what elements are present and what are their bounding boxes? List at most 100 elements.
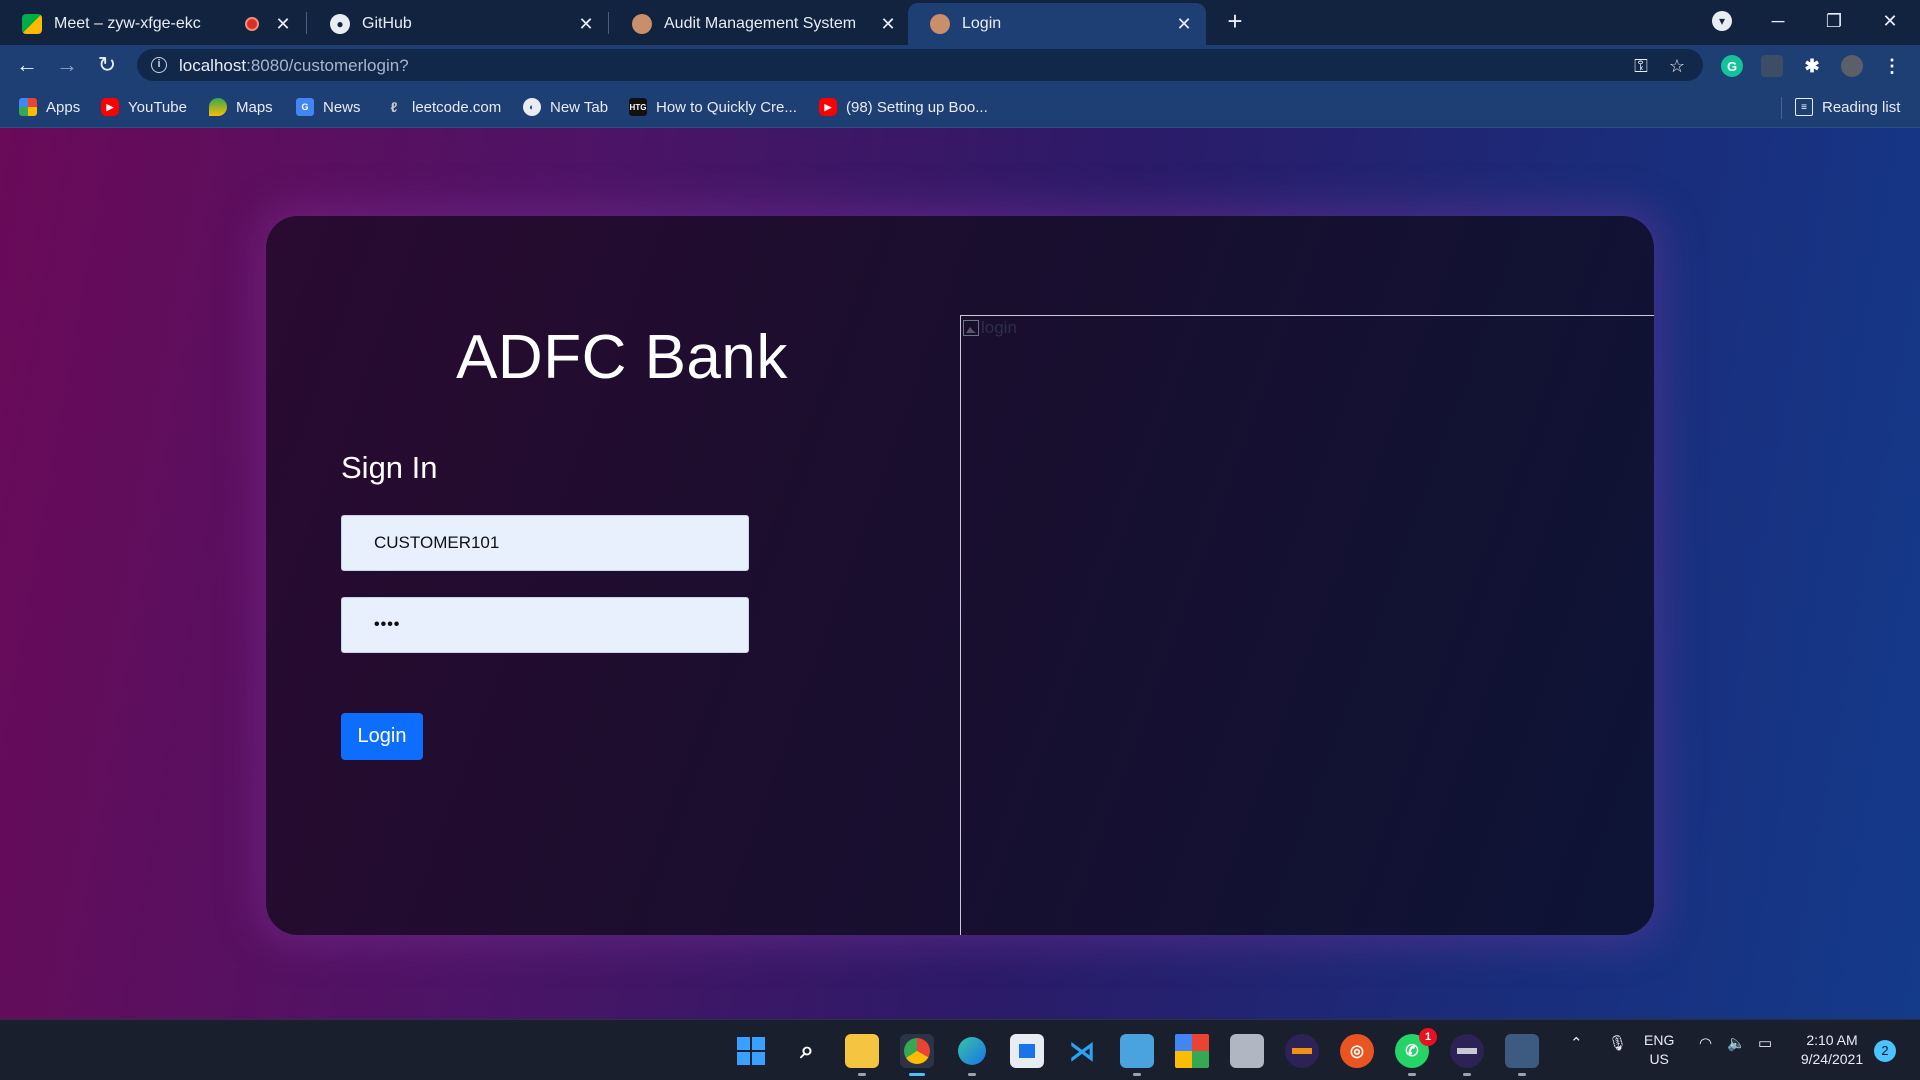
key-icon[interactable]: ⚿: [1631, 56, 1651, 76]
reading-list-button[interactable]: ≡ Reading list: [1795, 96, 1900, 118]
clock-time: 2:10 AM: [1806, 1032, 1858, 1048]
vscode-icon[interactable]: ⋊: [1065, 1034, 1099, 1068]
broken-image: login: [963, 318, 1017, 338]
new-tab-button[interactable]: +: [1222, 8, 1248, 34]
bookmark-apps[interactable]: Apps: [19, 96, 80, 118]
wifi-icon[interactable]: ◠: [1699, 1034, 1712, 1052]
menu-kebab-icon[interactable]: ⋮: [1881, 55, 1903, 77]
bookmark-label: leetcode.com: [412, 98, 502, 116]
login-button[interactable]: Login: [341, 713, 423, 760]
url-host: localhost: [179, 56, 247, 75]
bookmarks-divider: [1781, 97, 1782, 119]
bookmark-star-icon[interactable]: ☆: [1667, 56, 1687, 76]
bookmark-maps[interactable]: Maps: [209, 96, 273, 118]
tab-audit-management[interactable]: Audit Management System ✕: [610, 3, 910, 45]
start-windows-icon[interactable]: [734, 1034, 768, 1068]
youtube-icon: ▶: [819, 98, 837, 116]
bookmark-label: (98) Setting up Boo...: [846, 98, 988, 116]
tab-title: Meet – zyw-xfge-ekc: [54, 15, 201, 32]
profile-avatar[interactable]: [1841, 55, 1863, 77]
leetcode-icon: ℓ: [390, 99, 398, 115]
avatar-favicon-icon: [632, 14, 652, 34]
bookmark-label: New Tab: [550, 98, 609, 116]
close-icon[interactable]: ✕: [576, 14, 596, 34]
username-input[interactable]: CUSTOMER101: [341, 515, 749, 571]
tab-search-icon[interactable]: ▾: [1712, 11, 1732, 31]
close-icon[interactable]: ✕: [273, 14, 293, 34]
clock[interactable]: 2:10 AM 9/24/2021: [1796, 1031, 1868, 1069]
tab-meet[interactable]: Meet – zyw-xfge-ekc ✕: [0, 3, 305, 45]
maps-icon: [209, 98, 227, 116]
taskbar: ⌕ ⋊ ◎ ✆ 1 ⌃ 🎙 ENG US ◠ 🔈 ▭ 2:10 AM 9/24/2…: [0, 1019, 1920, 1080]
tab-strip: Meet – zyw-xfge-ekc ✕ ● GitHub ✕ Audit M…: [0, 0, 1920, 45]
login-page: ADFC Bank Sign In CUSTOMER101 •••• Login…: [0, 128, 1920, 1019]
chrome-icon[interactable]: [900, 1034, 934, 1076]
bookmark-youtube[interactable]: ▶ YouTube: [101, 96, 187, 118]
battery-icon[interactable]: ▭: [1758, 1034, 1772, 1052]
browser-toolbar: ← → ↻ i localhost:8080/customerlogin? ⚿ …: [0, 45, 1920, 85]
reading-list-label: Reading list: [1822, 98, 1901, 116]
back-icon[interactable]: ←: [13, 51, 41, 79]
broken-image-icon: [963, 320, 979, 336]
clock-date: 9/24/2021: [1800, 1051, 1864, 1067]
close-icon[interactable]: ✕: [1174, 14, 1194, 34]
bookmark-label: Maps: [236, 98, 273, 116]
notification-count[interactable]: 2: [1874, 1040, 1896, 1062]
volume-icon[interactable]: 🔈: [1727, 1034, 1746, 1052]
notification-badge: 1: [1419, 1028, 1437, 1046]
search-icon[interactable]: ⌕: [790, 1034, 824, 1068]
restore-icon[interactable]: ❐: [1814, 6, 1854, 36]
eclipse-icon[interactable]: [1450, 1034, 1484, 1076]
mysql-workbench-icon[interactable]: [1505, 1034, 1539, 1076]
notepad-icon[interactable]: [1120, 1034, 1154, 1076]
bookmark-label: YouTube: [128, 98, 187, 116]
bookmark-htg[interactable]: HTG How to Quickly Cre...: [629, 96, 797, 118]
site-info-icon[interactable]: i: [151, 57, 167, 73]
whatsapp-icon[interactable]: ✆ 1: [1395, 1028, 1437, 1076]
store-icon[interactable]: [1010, 1034, 1044, 1068]
tab-title: GitHub: [362, 15, 412, 32]
office-icon[interactable]: [1175, 1034, 1209, 1068]
window-close-icon[interactable]: ✕: [1870, 6, 1910, 36]
language-code: ENG: [1644, 1032, 1675, 1048]
bookmark-label: How to Quickly Cre...: [656, 98, 797, 116]
login-image: login: [960, 315, 1654, 935]
bookmark-youtube-video[interactable]: ▶ (98) Setting up Boo...: [819, 96, 988, 118]
grammarly-icon[interactable]: G: [1721, 55, 1743, 77]
sign-in-heading: Sign In: [341, 450, 438, 485]
chevron-up-icon[interactable]: ⌃: [1570, 1034, 1583, 1052]
microphone-icon[interactable]: 🎙: [1608, 1034, 1627, 1052]
avatar-favicon-icon: [930, 14, 950, 34]
url-text[interactable]: localhost:8080/customerlogin?: [179, 56, 409, 76]
htg-icon: HTG: [629, 98, 647, 116]
tab-login[interactable]: Login ✕: [908, 3, 1206, 45]
tab-title: Login: [962, 15, 1002, 32]
bookmark-label: News: [323, 98, 361, 116]
region-code: US: [1649, 1051, 1669, 1067]
extension-icon[interactable]: [1761, 55, 1783, 77]
url-path: :8080/customerlogin?: [246, 56, 409, 75]
tab-github[interactable]: ● GitHub ✕: [308, 3, 608, 45]
bookmark-news[interactable]: G News: [296, 96, 361, 118]
close-icon[interactable]: ✕: [878, 14, 898, 34]
bookmark-leetcode[interactable]: ℓ leetcode.com: [385, 96, 502, 118]
eclipse-icon[interactable]: [1285, 1034, 1319, 1068]
reload-icon[interactable]: ↻: [93, 51, 121, 79]
password-input[interactable]: ••••: [341, 597, 749, 653]
language-indicator[interactable]: ENG US: [1644, 1031, 1674, 1069]
file-explorer-icon[interactable]: [845, 1034, 879, 1076]
tab-divider: [306, 12, 307, 34]
minimize-icon[interactable]: ─: [1758, 6, 1798, 36]
reading-list-icon: ≡: [1795, 98, 1813, 116]
forward-icon[interactable]: →: [53, 51, 81, 79]
youtube-icon: ▶: [101, 98, 119, 116]
address-bar[interactable]: i localhost:8080/customerlogin? ⚿ ☆: [137, 49, 1703, 81]
google-meet-icon: [22, 14, 42, 34]
ubuntu-icon[interactable]: ◎: [1340, 1034, 1374, 1068]
edge-icon[interactable]: [955, 1034, 989, 1076]
database-icon[interactable]: [1230, 1034, 1264, 1068]
news-icon: G: [296, 98, 314, 116]
extensions-puzzle-icon[interactable]: ✱: [1801, 55, 1823, 77]
bookmark-new-tab[interactable]: ◐ New Tab: [523, 96, 608, 118]
bookmarks-bar: Apps ▶ YouTube Maps G News ℓ leetcode.co…: [0, 85, 1920, 128]
